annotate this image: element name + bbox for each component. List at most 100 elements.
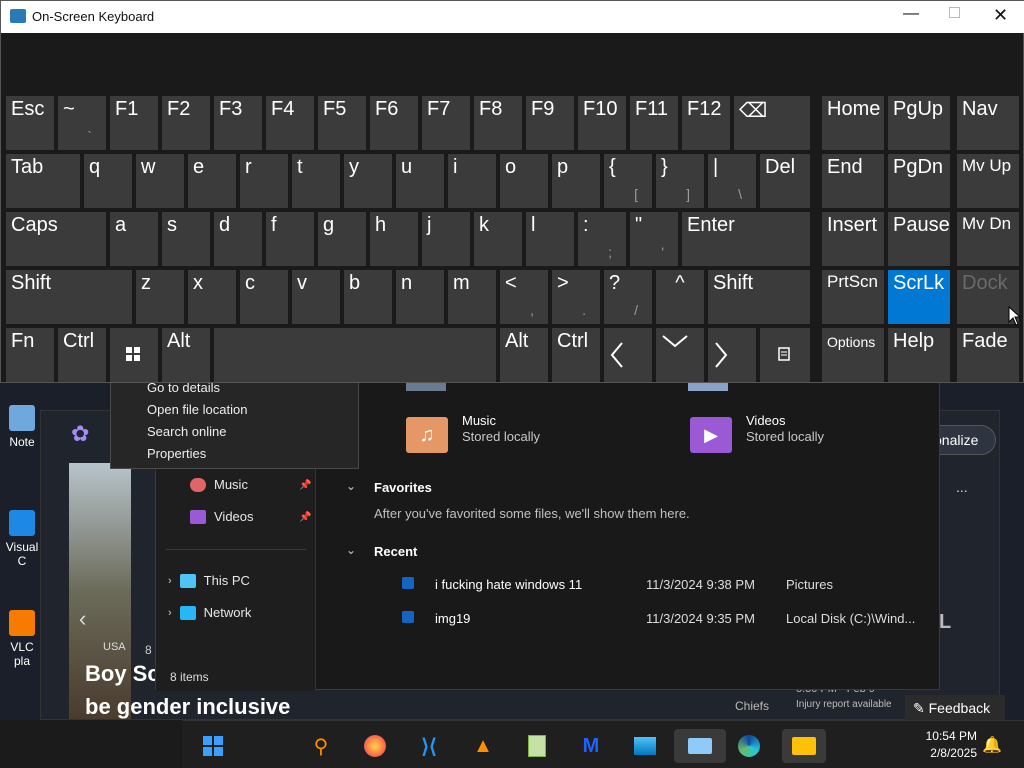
key-c[interactable]: c (240, 270, 288, 324)
close-icon[interactable]: ✕ (993, 5, 1008, 26)
start-button[interactable] (196, 729, 230, 763)
key-quote[interactable]: " ' (630, 212, 678, 266)
menu-item-search-online[interactable]: Search online (147, 424, 227, 439)
key-shift-left[interactable]: Shift (6, 270, 132, 324)
key-k[interactable]: k (474, 212, 522, 266)
malwarebytes-icon[interactable]: M (574, 729, 608, 763)
key-n[interactable]: n (396, 270, 444, 324)
key-z[interactable]: z (136, 270, 184, 324)
key-space[interactable] (214, 328, 496, 382)
key-pipe[interactable]: | \ (708, 154, 756, 208)
nav-item-network[interactable]: › Network (168, 605, 251, 620)
videos-folder-icon[interactable]: ▶ (690, 417, 732, 453)
key-y[interactable]: y (344, 154, 392, 208)
key-s[interactable]: s (162, 212, 210, 266)
key-fn[interactable]: Fn (6, 328, 54, 382)
table-row[interactable]: i fucking hate windows 11 11/3/2024 9:38… (394, 569, 934, 597)
menu-item-properties[interactable]: Properties (147, 446, 206, 461)
key-pause[interactable]: Pause (888, 212, 950, 266)
key-insert[interactable]: Insert (822, 212, 884, 266)
chevron-down-icon[interactable]: ⌄ (346, 479, 356, 493)
key-prtscn[interactable]: PrtScn (822, 270, 884, 324)
key-windows[interactable] (110, 328, 158, 382)
key-f4[interactable]: F4 (266, 96, 314, 150)
key-t[interactable]: t (292, 154, 340, 208)
key-alt-left[interactable]: Alt (162, 328, 210, 382)
vlc-taskbar-icon[interactable]: ▲ (466, 729, 500, 763)
key-left-brace[interactable]: {[ (604, 154, 652, 208)
key-a[interactable]: a (110, 212, 158, 266)
nav-item-this-pc[interactable]: › This PC (168, 573, 250, 588)
key-f2[interactable]: F2 (162, 96, 210, 150)
key-arrow-right[interactable] (708, 328, 756, 382)
key-mv-dn[interactable]: Mv Dn (957, 212, 1019, 266)
key-help[interactable]: Help (888, 328, 950, 382)
key-enter[interactable]: Enter (682, 212, 810, 266)
osk-taskbar-icon[interactable] (674, 729, 726, 763)
key-del[interactable]: Del (760, 154, 810, 208)
key-alt-right[interactable]: Alt (500, 328, 548, 382)
key-arrow-up[interactable]: ^ (656, 270, 704, 324)
key-backspace[interactable]: ⌫ (734, 96, 810, 150)
key-f6[interactable]: F6 (370, 96, 418, 150)
key-g[interactable]: g (318, 212, 366, 266)
vscode-taskbar-icon[interactable]: ⟩⟨ (412, 729, 446, 763)
desktop-icon-vlc[interactable]: VLC pla (2, 610, 42, 668)
key-p[interactable]: p (552, 154, 600, 208)
key-f7[interactable]: F7 (422, 96, 470, 150)
key-i[interactable]: i (448, 154, 496, 208)
news-headline-2[interactable]: be gender inclusive (85, 694, 290, 720)
folder-name-videos[interactable]: Videos (746, 413, 786, 428)
feedback-button[interactable]: ✎ Feedback (905, 695, 1005, 721)
file-explorer-taskbar-icon[interactable] (782, 729, 826, 763)
key-m[interactable]: m (448, 270, 496, 324)
key-scrlk[interactable]: ScrLk (888, 270, 950, 324)
key-tilde[interactable]: ~ ` (58, 96, 106, 150)
key-end[interactable]: End (822, 154, 884, 208)
nav-item-videos[interactable]: Videos (190, 509, 254, 524)
key-f10[interactable]: F10 (578, 96, 626, 150)
key-l[interactable]: l (526, 212, 574, 266)
key-d[interactable]: d (214, 212, 262, 266)
table-row[interactable]: img19 11/3/2024 9:35 PM Local Disk (C:)\… (394, 603, 934, 631)
menu-item-open-file-location[interactable]: Open file location (147, 402, 247, 417)
desktop-icon-visual-code[interactable]: Visual C (2, 510, 42, 568)
search-icon[interactable]: ⚲ (304, 729, 338, 763)
key-pgup[interactable]: PgUp (888, 96, 950, 150)
key-j[interactable]: j (422, 212, 470, 266)
key-mv-up[interactable]: Mv Up (957, 154, 1019, 208)
favorites-heading[interactable]: Favorites (374, 480, 432, 495)
key-colon[interactable]: :; (578, 212, 626, 266)
key-arrow-down[interactable] (656, 328, 704, 382)
minimize-icon[interactable]: — (903, 5, 919, 23)
key-e[interactable]: e (188, 154, 236, 208)
key-f[interactable]: f (266, 212, 314, 266)
key-f3[interactable]: F3 (214, 96, 262, 150)
notepad-taskbar-icon[interactable] (520, 729, 554, 763)
nav-item-music[interactable]: Music (190, 477, 248, 492)
key-pgdn[interactable]: PgDn (888, 154, 950, 208)
key-u[interactable]: u (396, 154, 444, 208)
carousel-prev-icon[interactable]: ‹ (79, 606, 86, 632)
key-b[interactable]: b (344, 270, 392, 324)
folder-name-music[interactable]: Music (462, 413, 496, 428)
clock-date[interactable]: 2/8/2025 (922, 746, 977, 760)
photos-icon[interactable] (628, 729, 662, 763)
key-less-than[interactable]: <, (500, 270, 548, 324)
key-right-brace[interactable]: }] (656, 154, 704, 208)
key-r[interactable]: r (240, 154, 288, 208)
key-ctrl-left[interactable]: Ctrl (58, 328, 106, 382)
key-options[interactable]: Options (822, 328, 884, 382)
key-f12[interactable]: F12 (682, 96, 730, 150)
key-esc[interactable]: Esc (6, 96, 54, 150)
edge-icon[interactable] (732, 729, 766, 763)
news-headline-1[interactable]: Boy Sc (85, 661, 160, 687)
key-tab[interactable]: Tab (6, 154, 80, 208)
chevron-down-icon[interactable]: ⌄ (346, 543, 356, 557)
key-caps[interactable]: Caps (6, 212, 106, 266)
key-greater-than[interactable]: >. (552, 270, 600, 324)
key-h[interactable]: h (370, 212, 418, 266)
key-f1[interactable]: F1 (110, 96, 158, 150)
key-question[interactable]: ? / (604, 270, 652, 324)
firefox-icon[interactable] (358, 729, 392, 763)
